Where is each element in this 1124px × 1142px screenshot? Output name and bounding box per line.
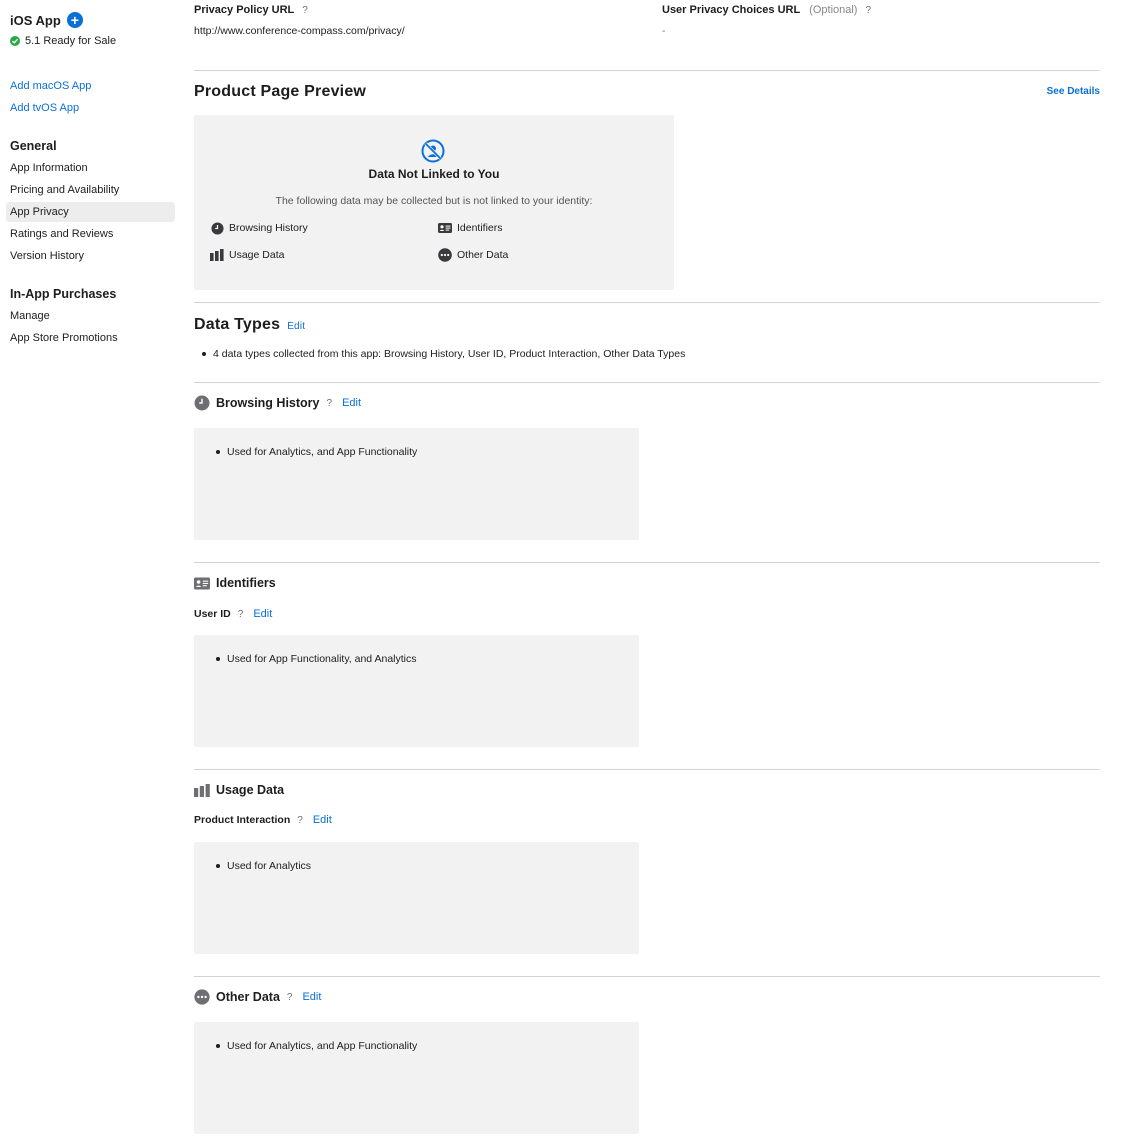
product-interaction-usage-box: Used for Analytics: [194, 842, 639, 954]
divider: [194, 382, 1100, 383]
divider: [194, 70, 1100, 71]
data-types-edit-link[interactable]: Edit: [287, 321, 305, 332]
help-icon[interactable]: ?: [302, 5, 308, 16]
list-item: Used for Analytics, and App Functionalit…: [216, 446, 417, 458]
sidebar-item-pricing[interactable]: Pricing and Availability: [6, 180, 175, 200]
bullet: [216, 450, 220, 454]
user-id-usage-box: Used for App Functionality, and Analytic…: [194, 635, 639, 747]
sidebar-item-version-history[interactable]: Version History: [6, 246, 175, 266]
privacy-choices-url: -: [662, 25, 666, 37]
divider: [194, 976, 1100, 977]
list-item: Used for Analytics: [216, 860, 311, 872]
preview-title: Product Page Preview: [194, 83, 367, 100]
app-title: iOS App: [10, 12, 61, 28]
app-header: iOS App +: [10, 12, 83, 28]
sidebar-item-app-information[interactable]: App Information: [6, 158, 175, 178]
product-interaction-edit-link[interactable]: Edit: [313, 814, 332, 826]
clock-icon: [210, 221, 224, 235]
bar-chart-icon: [194, 782, 210, 798]
product-interaction-heading: Product Interaction ? Edit: [194, 814, 332, 826]
preview-card-subtitle: The following data may be collected but …: [275, 195, 593, 207]
optional-label: (Optional): [809, 4, 858, 16]
preview-item-usage: Usage Data: [210, 248, 284, 262]
user-id-heading: User ID ? Edit: [194, 608, 273, 620]
sidebar-item-promotions[interactable]: App Store Promotions: [6, 328, 175, 348]
bullet: [202, 352, 206, 356]
iap-heading: In-App Purchases: [10, 287, 117, 301]
plus-circle-icon[interactable]: +: [66, 12, 83, 28]
preview-item-browsing: Browsing History: [210, 221, 308, 235]
help-icon[interactable]: ?: [327, 398, 333, 409]
preview-card-title: Data Not Linked to You: [368, 167, 500, 181]
other-data-heading: Other Data ? Edit: [194, 989, 321, 1005]
browsing-history-edit-link[interactable]: Edit: [342, 397, 361, 409]
preview-card: Data Not Linked to You The following dat…: [194, 115, 674, 290]
help-icon[interactable]: ?: [287, 992, 293, 1003]
id-card-icon: [194, 575, 210, 591]
bullet: [216, 864, 220, 868]
privacy-choices-label: User Privacy Choices URL (Optional) ?: [662, 4, 872, 16]
add-tvos-app-link[interactable]: Add tvOS App: [10, 102, 79, 114]
bullet: [216, 657, 220, 661]
other-data-edit-link[interactable]: Edit: [302, 991, 321, 1003]
browsing-history-usage-box: Used for Analytics, and App Functionalit…: [194, 428, 639, 540]
bar-chart-icon: [210, 248, 224, 262]
divider: [194, 302, 1100, 303]
divider: [194, 769, 1100, 770]
sidebar-item-app-privacy[interactable]: App Privacy: [6, 202, 175, 222]
usage-data-heading: Usage Data: [194, 782, 284, 798]
status-text: 5.1 Ready for Sale: [25, 35, 117, 47]
sidebar-item-manage[interactable]: Manage: [6, 306, 175, 326]
list-item: Used for Analytics, and App Functionalit…: [216, 1040, 417, 1052]
add-macos-app-link[interactable]: Add macOS App: [10, 80, 91, 92]
divider: [194, 562, 1100, 563]
bullet: [216, 1044, 220, 1048]
clock-icon: [194, 395, 210, 411]
user-id-edit-link[interactable]: Edit: [253, 608, 272, 620]
identifiers-heading: Identifiers: [194, 575, 276, 591]
other-data-usage-box: Used for Analytics, and App Functionalit…: [194, 1022, 639, 1134]
browsing-history-heading: Browsing History ? Edit: [194, 395, 361, 411]
not-linked-icon: [420, 138, 446, 164]
help-icon[interactable]: ?: [297, 815, 303, 826]
sidebar-item-ratings[interactable]: Ratings and Reviews: [6, 224, 175, 244]
check-circle-icon: [10, 36, 20, 46]
list-item: Used for App Functionality, and Analytic…: [216, 653, 417, 665]
ellipsis-icon: [194, 989, 210, 1005]
privacy-policy-label: Privacy Policy URL ?: [194, 4, 308, 16]
data-types-summary: 4 data types collected from this app: Br…: [202, 348, 685, 360]
preview-item-identifiers: Identifiers: [438, 221, 503, 235]
help-icon[interactable]: ?: [865, 5, 871, 16]
general-heading: General: [10, 139, 57, 153]
see-details-link[interactable]: See Details: [1047, 86, 1100, 97]
privacy-policy-url: http://www.conference-compass.com/privac…: [194, 25, 405, 37]
app-status: 5.1 Ready for Sale: [10, 35, 116, 47]
help-icon[interactable]: ?: [238, 609, 244, 620]
id-card-icon: [438, 221, 452, 235]
data-types-heading: Data Types Edit: [194, 316, 306, 333]
ellipsis-icon: [438, 248, 452, 262]
preview-item-other: Other Data: [438, 248, 508, 262]
